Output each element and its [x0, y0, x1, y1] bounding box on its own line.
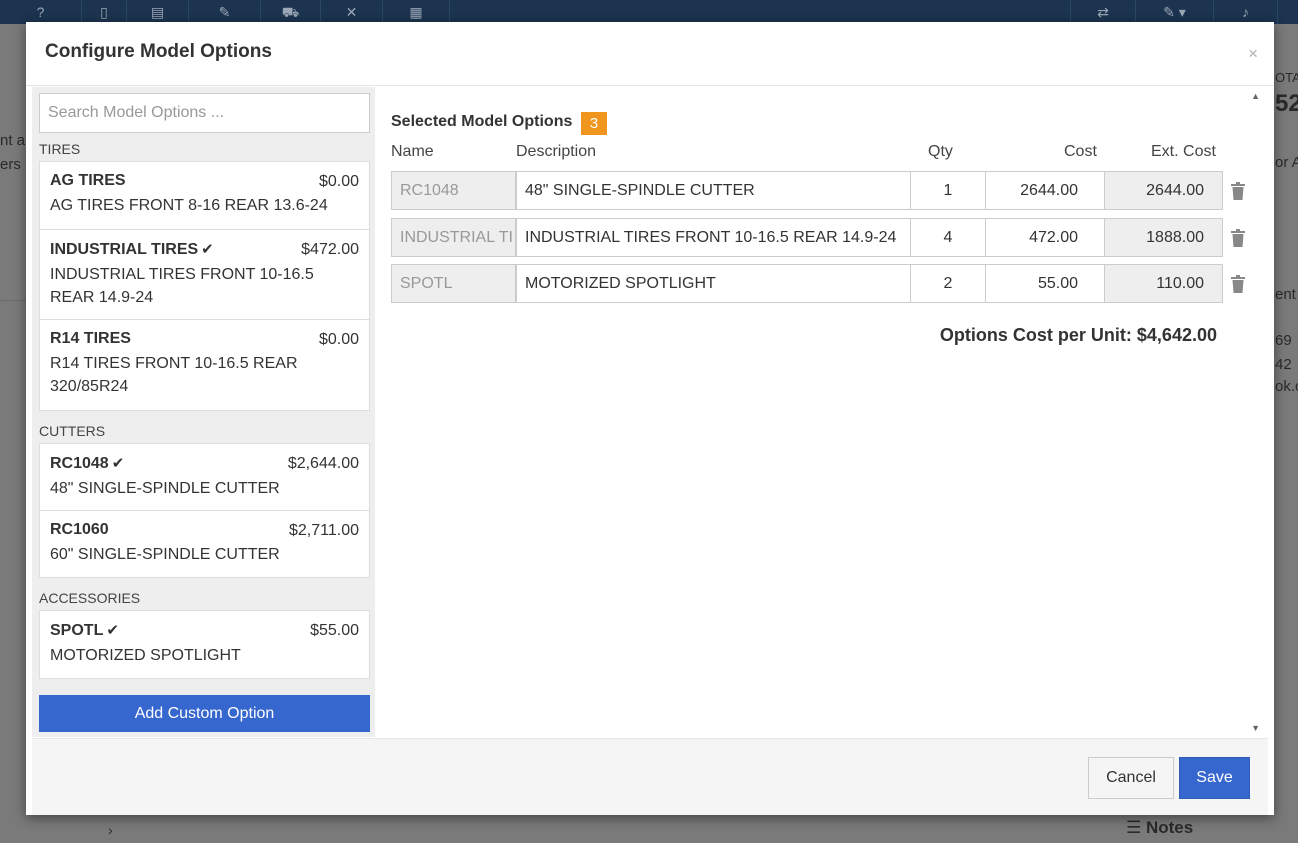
option-description: 60" SINGLE-SPINDLE CUTTER: [50, 546, 280, 563]
bg-fragment: or A: [1275, 154, 1298, 171]
trash-icon[interactable]: [1231, 182, 1245, 200]
option-name: RC1048: [50, 455, 109, 472]
row-qty-field[interactable]: 1: [910, 171, 986, 210]
option-description: 48" SINGLE-SPINDLE CUTTER: [50, 480, 280, 497]
close-icon[interactable]: ×: [1248, 44, 1258, 64]
row-ext-cost-field: 2644.00: [1104, 171, 1223, 210]
scroll-up-arrow-icon[interactable]: ▲: [1251, 91, 1260, 101]
option-description: AG TIRES FRONT 8-16 REAR 13.6-24: [50, 197, 328, 214]
row-ext-cost-field: 110.00: [1104, 264, 1223, 303]
configure-model-options-modal: Configure Model Options × TIRES AG TIRES…: [26, 22, 1274, 815]
search-input[interactable]: [39, 93, 370, 133]
options-cost-total: Options Cost per Unit: $4,642.00: [939, 325, 1217, 345]
bg-fragment: ent: [1275, 286, 1296, 303]
checkmark-icon: ✔: [201, 241, 214, 258]
row-ext-cost-field: 1888.00: [1104, 218, 1223, 257]
row-cost-field[interactable]: 472.00: [985, 218, 1105, 257]
bg-fragment: ers: [0, 156, 21, 173]
selected-options-pane: Selected Model Options 3 Name Descriptio…: [375, 87, 1268, 737]
bg-divider: [0, 300, 26, 301]
option-name: AG TIRES: [50, 172, 126, 189]
bg-fragment: 42: [1275, 356, 1292, 373]
option-spotl[interactable]: SPOTL ✔ $55.00 MOTORIZED SPOTLIGHT: [39, 610, 370, 679]
option-price: $0.00: [318, 331, 359, 348]
option-name: RC1060: [50, 521, 109, 538]
category-label-accessories: ACCESSORIES: [39, 590, 141, 606]
option-catalog-pane: TIRES AG TIRES $0.00 AG TIRES FRONT 8-16…: [32, 87, 375, 737]
column-header-name: Name: [391, 143, 434, 160]
trash-icon[interactable]: [1231, 229, 1245, 247]
option-price: $2,644.00: [287, 455, 359, 472]
category-label-cutters: CUTTERS: [39, 423, 106, 439]
row-name-field: RC1048: [391, 171, 516, 210]
option-name: SPOTL: [50, 622, 104, 639]
row-description-field[interactable]: MOTORIZED SPOTLIGHT: [516, 264, 911, 303]
option-price: $472.00: [301, 241, 359, 258]
tools-icon: ✕: [321, 0, 383, 24]
file-icon: ▦: [383, 0, 450, 24]
option-description: INDUSTRIAL TIRES FRONT 10-16.5 REAR 14.9…: [50, 266, 314, 306]
scroll-down-arrow-icon[interactable]: ▼: [1251, 723, 1260, 733]
option-rc1048[interactable]: RC1048 ✔ $2,644.00 48" SINGLE-SPINDLE CUT…: [39, 443, 370, 511]
option-ag-tires[interactable]: AG TIRES $0.00 AG TIRES FRONT 8-16 REAR …: [39, 161, 370, 230]
cart-icon: ⛟: [261, 0, 321, 24]
wrench-icon: ✎ ▾: [1136, 0, 1214, 24]
selected-count-badge: 3: [581, 112, 607, 135]
question-icon: ?: [0, 0, 82, 24]
row-description-field[interactable]: INDUSTRIAL TIRES FRONT 10-16.5 REAR 14.9…: [516, 218, 911, 257]
column-header-cost: Cost: [1064, 143, 1097, 160]
option-price: $0.00: [318, 173, 359, 190]
modal-footer: Cancel Save: [32, 738, 1268, 815]
notes-label: ☰ Notes: [1126, 818, 1194, 837]
row-qty-field[interactable]: 2: [910, 264, 986, 303]
bg-fragment: 69: [1275, 332, 1292, 349]
bg-fragment: ok.c: [1275, 378, 1298, 395]
column-header-description: Description: [516, 143, 597, 160]
row-cost-field[interactable]: 2644.00: [985, 171, 1105, 210]
checkmark-icon: ✔: [106, 622, 119, 639]
bg-fragment: OTA: [1275, 70, 1298, 85]
checklist-icon: ✎: [189, 0, 261, 24]
row-qty-field[interactable]: 4: [910, 218, 986, 257]
category-label-tires: TIRES: [39, 141, 81, 157]
option-rc1060[interactable]: RC1060 $2,711.00 60" SINGLE-SPINDLE CUTT…: [39, 510, 370, 578]
checkmark-icon: ✔: [111, 455, 125, 472]
option-description: R14 TIRES FRONT 10-16.5 REAR 320/85R24: [50, 355, 298, 395]
option-description: MOTORIZED SPOTLIGHT: [50, 647, 241, 664]
app-topbar: ? ▯ ▤ ✎ ⛟ ✕ ▦ ⇄ ✎ ▾ ♪: [0, 0, 1298, 24]
row-name-field: SPOTL: [391, 264, 516, 303]
document-icon: ▤: [127, 0, 189, 24]
column-header-ext-cost: Ext. Cost: [1151, 143, 1216, 160]
option-price: $2,711.00: [289, 522, 359, 539]
option-name: R14 TIRES: [50, 330, 131, 347]
save-button[interactable]: Save: [1179, 757, 1250, 799]
bg-fragment: 528: [1275, 90, 1298, 117]
modal-title: Configure Model Options: [45, 41, 272, 62]
row-description-field[interactable]: 48" SINGLE-SPINDLE CUTTER: [516, 171, 911, 210]
modal-header: Configure Model Options ×: [26, 22, 1274, 86]
chevron-right-icon: ›: [108, 822, 113, 838]
row-cost-field[interactable]: 55.00: [985, 264, 1105, 303]
add-custom-option-button[interactable]: Add Custom Option: [39, 695, 370, 732]
option-name: INDUSTRIAL TIRES: [50, 241, 199, 258]
selected-options-title: Selected Model Options: [391, 113, 573, 130]
column-header-qty: Qty: [928, 143, 953, 160]
mobile-icon: ▯: [82, 0, 127, 24]
cancel-button[interactable]: Cancel: [1088, 757, 1174, 799]
option-r14-tires[interactable]: R14 TIRES $0.00 R14 TIRES FRONT 10-16.5 …: [39, 319, 370, 411]
option-price: $55.00: [310, 622, 359, 639]
retweet-icon: ⇄: [1070, 0, 1136, 24]
option-industrial-tires[interactable]: INDUSTRIAL TIRES ✔ $472.00 INDUSTRIAL TIR…: [39, 229, 370, 320]
trash-icon[interactable]: [1231, 275, 1245, 293]
row-name-field: INDUSTRIAL TI: [391, 218, 516, 257]
bg-fragment: nt a: [0, 132, 26, 149]
bell-icon: ♪: [1214, 0, 1278, 24]
